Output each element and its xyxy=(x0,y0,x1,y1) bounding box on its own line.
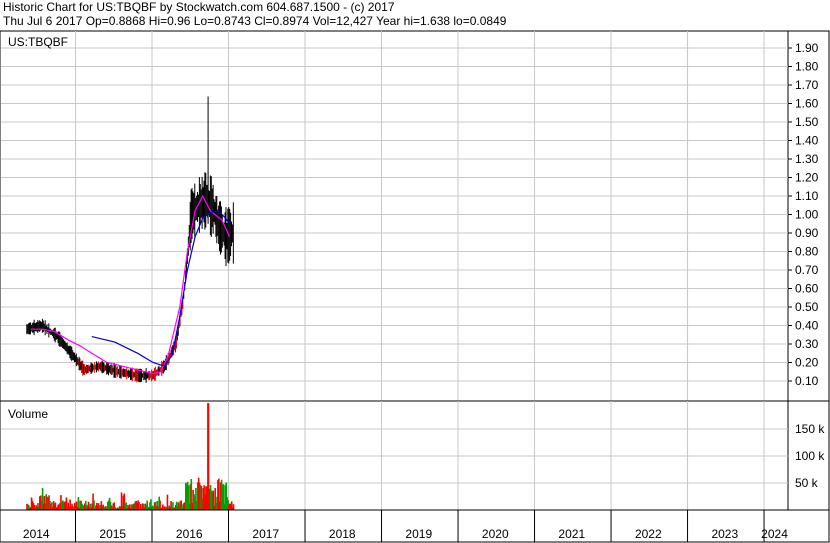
volume-bar xyxy=(166,494,169,510)
price-y-tick-label: 1.60 xyxy=(795,97,819,111)
volume-panel-title: Volume xyxy=(8,407,48,421)
price-y-tick-label: 1.50 xyxy=(795,115,819,129)
volume-bar xyxy=(232,504,235,510)
price-y-tick-label: 1.10 xyxy=(795,189,819,203)
price-y-tick-label: 1.90 xyxy=(795,41,819,55)
price-y-tick-label: 1.20 xyxy=(795,171,819,185)
volume-y-tick-label: 150 k xyxy=(795,422,825,436)
price-panel-title: US:TBQBF xyxy=(8,35,68,49)
price-y-tick-label: 0.30 xyxy=(795,337,819,351)
chart-canvas: 0.10 0.20 0.30 0.40 0.50 0.60 0.70 0.80 0.90 1.00… xyxy=(0,30,830,543)
price-y-tick-label: 0.90 xyxy=(795,226,819,240)
price-y-tick-label: 1.30 xyxy=(795,152,819,166)
x-tick-label: 2019 xyxy=(405,527,432,541)
stock-chart-window: Historic Chart for US:TBQBF by Stockwatc… xyxy=(0,0,830,543)
x-tick-label: 2016 xyxy=(176,527,203,541)
price-y-tick-label: 0.40 xyxy=(795,319,819,333)
price-y-tick-label: 0.60 xyxy=(795,282,819,296)
price-y-tick-label: 1.80 xyxy=(795,60,819,74)
price-y-tick-label: 1.70 xyxy=(795,78,819,92)
volume-y-tick-label: 100 k xyxy=(795,449,825,463)
x-tick-label: 2020 xyxy=(482,527,509,541)
price-y-tick-label: 1.00 xyxy=(795,208,819,222)
price-panel xyxy=(0,30,830,402)
x-tick-label: 2017 xyxy=(252,527,279,541)
price-y-tick-label: 0.50 xyxy=(795,300,819,314)
x-tick-label: 2021 xyxy=(558,527,585,541)
volume-y-tick-label: 50 k xyxy=(795,476,819,490)
x-tick-label: 2015 xyxy=(99,527,126,541)
volume-bar-peak xyxy=(207,403,210,510)
x-tick-label: 2023 xyxy=(711,527,738,541)
x-tick-label: 2024 xyxy=(761,527,788,541)
price-y-tick-label: 0.70 xyxy=(795,263,819,277)
price-y-tick-label: 0.80 xyxy=(795,245,819,259)
price-y-tick-label: 0.20 xyxy=(795,356,819,370)
price-y-tick-label: 1.40 xyxy=(795,134,819,148)
x-tick-label: 2018 xyxy=(329,527,356,541)
x-tick-label: 2022 xyxy=(635,527,662,541)
x-tick-label: 2014 xyxy=(23,527,50,541)
price-y-tick-label: 0.10 xyxy=(795,374,819,388)
